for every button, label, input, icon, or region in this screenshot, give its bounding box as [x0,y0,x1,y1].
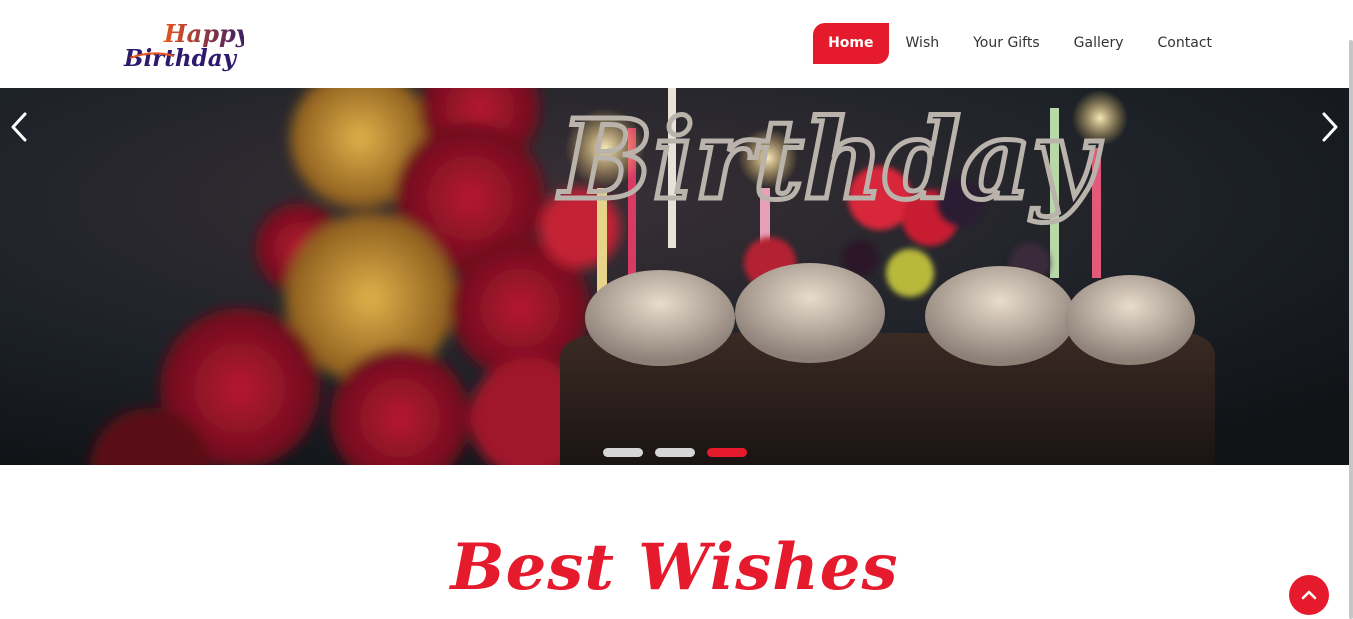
logo-graphic: Happy Birthday [123,19,244,72]
nav-contact[interactable]: Contact [1141,23,1229,64]
chevron-right-icon [1322,112,1338,142]
nav-wish[interactable]: Wish [889,23,957,64]
site-header: Happy Birthday Home Wish Your Gifts Gall… [0,0,1353,88]
chevron-left-icon [11,112,27,142]
slider-next-button[interactable] [1316,110,1344,144]
nav-home[interactable]: Home [813,23,889,64]
main-nav: Home Wish Your Gifts Gallery Contact [813,23,1229,64]
cake-topper-text: Birthday [557,95,1103,224]
logo-line2: Birthday [123,45,238,72]
page-scrollbar[interactable] [1349,40,1353,619]
slider-dot-3[interactable] [707,448,747,457]
logo-line1: Happy [163,19,244,48]
nav-gallery[interactable]: Gallery [1057,23,1141,64]
section-title: Best Wishes [450,530,899,605]
chevron-up-icon [1301,590,1317,600]
hero-slider: Birthday [0,88,1349,465]
nav-your-gifts[interactable]: Your Gifts [956,23,1057,64]
back-to-top-button[interactable] [1289,575,1329,615]
slider-dot-1[interactable] [603,448,643,457]
happy-birthday-logo[interactable]: Happy Birthday [122,14,244,74]
birthday-cake-slide-image: Birthday [0,88,1349,465]
slider-dot-2[interactable] [655,448,695,457]
slider-pagination [603,448,747,457]
slider-prev-button[interactable] [5,110,33,144]
